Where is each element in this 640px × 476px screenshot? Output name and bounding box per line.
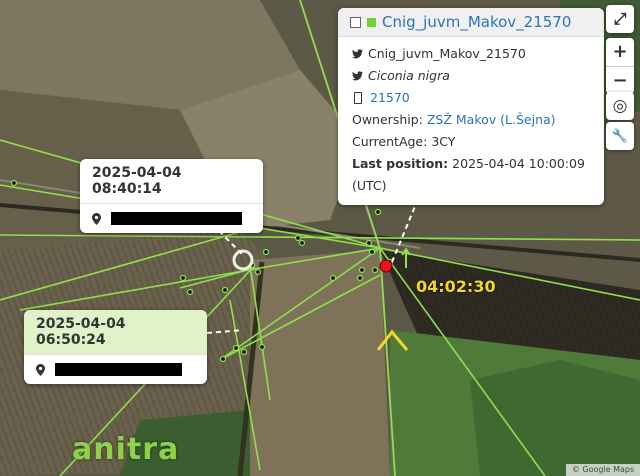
- bird-icon: [352, 49, 363, 59]
- bird-icon: [352, 71, 363, 81]
- redacted-location: [55, 363, 182, 376]
- zoom-control: + −: [606, 38, 634, 94]
- last-position-marker[interactable]: [379, 259, 393, 273]
- map-pin-icon: [92, 212, 101, 225]
- fullscreen-button[interactable]: ⤢: [606, 5, 634, 33]
- map-attribution[interactable]: © Google Maps: [566, 464, 640, 476]
- species-name: Ciconia nigra: [368, 68, 450, 83]
- field: [250, 250, 390, 476]
- locate-icon: ◎: [612, 96, 628, 116]
- anitra-logo: anitra: [72, 432, 180, 467]
- locate-button[interactable]: ◎: [606, 92, 634, 120]
- ownership-link[interactable]: ZSŽ Makov (L.Šejna): [427, 112, 556, 127]
- animal-name: Cnig_juvm_Makov_21570: [368, 46, 526, 61]
- settings-button[interactable]: 🔧: [606, 122, 634, 150]
- fullscreen-icon: ⤢: [613, 9, 627, 28]
- color-swatch: [367, 17, 376, 27]
- zoom-in-button[interactable]: +: [606, 38, 634, 67]
- checkbox-icon[interactable]: [350, 16, 361, 28]
- ownership-label: Ownership:: [352, 112, 423, 127]
- wrench-icon: 🔧: [611, 128, 629, 144]
- position-timestamp: 2025-04-04 08:40:14: [80, 159, 263, 204]
- time-since-last-label: 04:02:30: [416, 277, 496, 296]
- position-popup[interactable]: 2025-04-04 08:40:14: [80, 159, 263, 233]
- current-age-label: CurrentAge:: [352, 134, 428, 149]
- position-timestamp: 2025-04-04 06:50:24: [24, 310, 207, 355]
- last-position-label: Last position:: [352, 156, 449, 171]
- current-age-value: 3CY: [431, 134, 456, 149]
- device-id-link[interactable]: 21570: [370, 87, 410, 109]
- zoom-out-button[interactable]: −: [606, 67, 634, 94]
- animal-info-popup[interactable]: Cnig_juvm_Makov_21570 Cnig_juvm_Makov_21…: [338, 8, 604, 205]
- redacted-location: [111, 212, 242, 225]
- device-icon: [354, 92, 362, 104]
- green-field: [470, 360, 640, 476]
- animal-title[interactable]: Cnig_juvm_Makov_21570: [382, 13, 571, 31]
- map-pin-icon: [36, 363, 45, 376]
- position-popup[interactable]: 2025-04-04 06:50:24: [24, 310, 207, 384]
